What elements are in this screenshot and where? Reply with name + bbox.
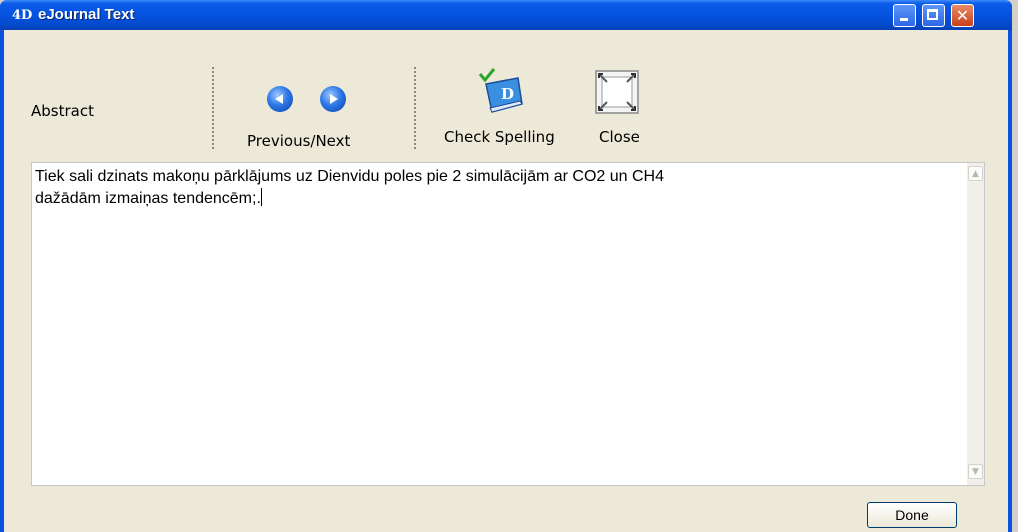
toolbar-separator: [414, 67, 416, 149]
close-window-button[interactable]: ✕: [951, 4, 974, 27]
window-title: eJournal Text: [38, 6, 135, 23]
scroll-up-arrow-icon[interactable]: ▲: [968, 166, 983, 181]
text-caret: [260, 188, 262, 206]
section-label-abstract: Abstract: [31, 102, 94, 120]
check-spelling-button[interactable]: D Check Spelling: [440, 66, 564, 150]
abstract-text-editor[interactable]: Tiek sali dzinats makoņu pārklājums uz D…: [31, 162, 985, 486]
vertical-scrollbar[interactable]: ▲ ▼: [967, 163, 984, 485]
next-button[interactable]: [320, 86, 346, 112]
previous-next-label: Previous/Next: [247, 132, 351, 150]
done-button[interactable]: Done: [867, 502, 957, 528]
abstract-text: Tiek sali dzinats makoņu pārklājums uz D…: [35, 166, 955, 210]
check-spelling-icon: D: [478, 68, 523, 113]
arrow-right-icon: [330, 94, 338, 104]
scroll-down-arrow-icon[interactable]: ▼: [968, 464, 983, 479]
arrow-left-icon: [275, 94, 283, 104]
abstract-text-value: Tiek sali dzinats makoņu pārklājums uz D…: [35, 168, 665, 207]
svg-text:D: D: [501, 85, 514, 103]
app-icon: 4D: [12, 8, 33, 23]
title-bar[interactable]: 4D eJournal Text ✕: [0, 0, 1012, 30]
maximize-icon: [927, 9, 938, 20]
window-client-area: Abstract Previous/Next D Check Spelling: [4, 30, 1008, 532]
check-spelling-label: Check Spelling: [444, 128, 555, 146]
close-toolbar-button[interactable]: Close: [591, 66, 645, 150]
maximize-button[interactable]: [922, 4, 945, 27]
toolbar-separator: [212, 67, 214, 149]
close-icon: ✕: [955, 6, 970, 25]
close-frame-icon: [595, 70, 639, 114]
minimize-button[interactable]: [893, 4, 916, 27]
close-label: Close: [599, 128, 640, 146]
minimize-icon: [900, 18, 908, 21]
ejournal-window: 4D eJournal Text ✕ Abstract Previous/Nex…: [0, 0, 1012, 532]
previous-button[interactable]: [267, 86, 293, 112]
